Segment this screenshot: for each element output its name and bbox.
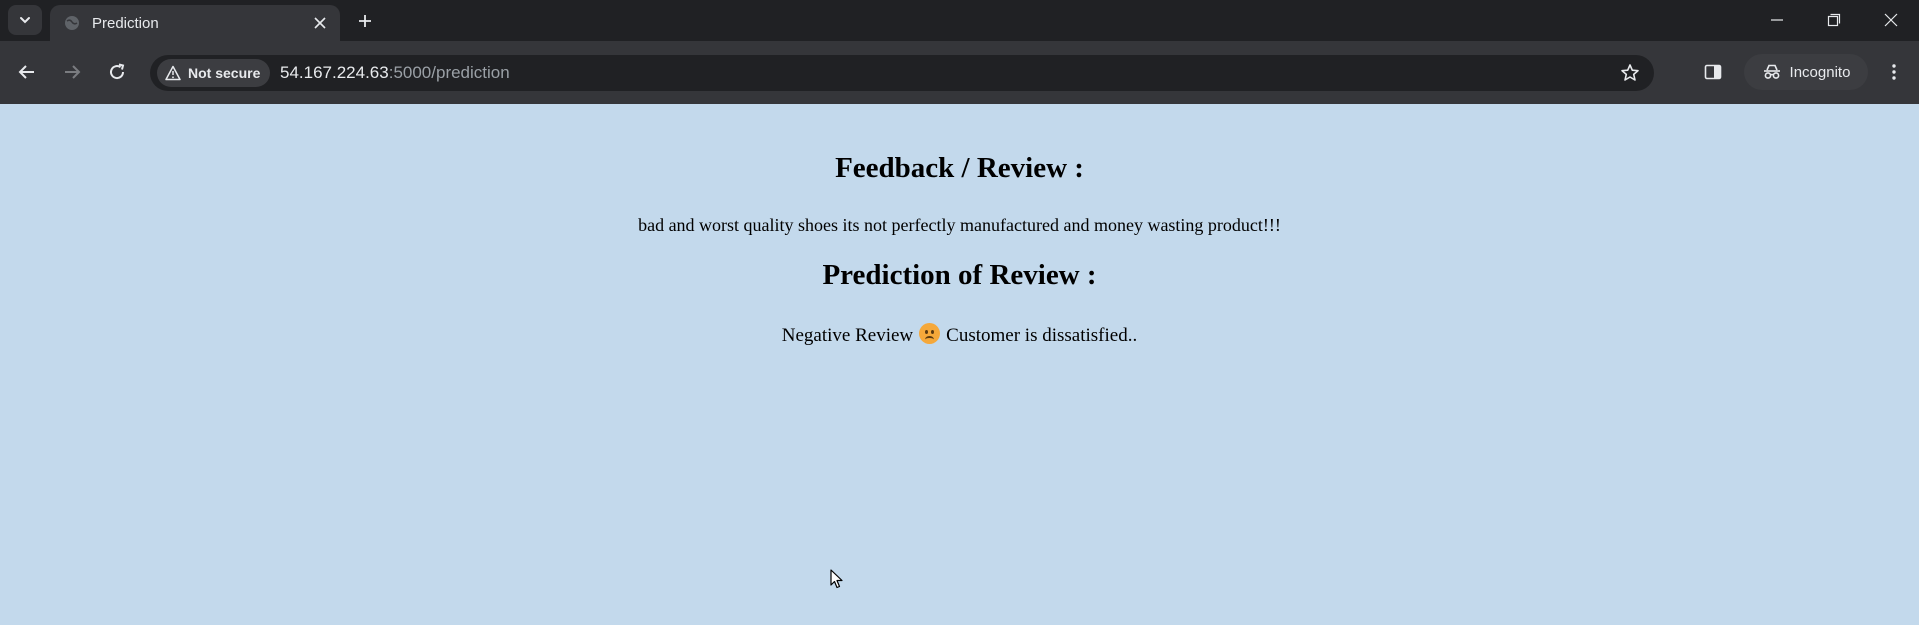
close-icon [1884, 13, 1898, 27]
prediction-detail: Customer is dissatisfied.. [946, 325, 1138, 346]
url-host: 54.167.224.63 [280, 63, 389, 82]
url-path: :5000/prediction [388, 63, 510, 82]
globe-icon [64, 15, 80, 31]
chevron-down-icon [20, 17, 30, 24]
menu-button[interactable] [1879, 57, 1909, 87]
minimize-button[interactable] [1749, 0, 1805, 40]
arrow-left-icon [18, 65, 34, 79]
side-panel-icon [1704, 64, 1722, 80]
forward-button[interactable] [57, 57, 87, 87]
restore-icon [1827, 13, 1841, 27]
feedback-heading: Feedback / Review : [835, 152, 1084, 184]
prediction-heading: Prediction of Review : [822, 259, 1097, 291]
tab-search-button[interactable] [8, 5, 42, 35]
new-tab-button[interactable] [352, 8, 378, 34]
restore-button[interactable] [1806, 0, 1862, 40]
incognito-label: Incognito [1789, 63, 1851, 81]
incognito-icon [1763, 64, 1780, 79]
prediction-label: Negative Review [781, 325, 914, 346]
tab-strip: Prediction [0, 0, 1919, 41]
close-icon[interactable] [310, 13, 330, 33]
incognito-button[interactable]: Incognito [1744, 54, 1868, 90]
frowning-face-icon [919, 323, 941, 344]
prediction-result: Negative Review Customer is dissatisfied.… [0, 323, 1919, 347]
reload-icon [110, 63, 125, 80]
warning-icon [165, 65, 181, 81]
more-vert-icon [1892, 64, 1896, 80]
arrow-right-icon [65, 65, 81, 79]
security-chip[interactable]: Not secure [157, 59, 271, 87]
back-button[interactable] [12, 57, 42, 87]
page-content: Feedback / Review : bad and worst qualit… [0, 104, 1919, 625]
browser-window: Prediction Not secure 54.167.224.63:5000… [0, 0, 1919, 625]
url-text[interactable]: 54.167.224.63:5000/prediction [280, 55, 510, 91]
address-bar[interactable]: Not secure 54.167.224.63:5000/prediction [150, 55, 1654, 91]
close-window-button[interactable] [1863, 0, 1919, 40]
toolbar: Not secure 54.167.224.63:5000/prediction [0, 41, 1919, 104]
review-text: bad and worst quality shoes its not perf… [638, 215, 1281, 235]
reload-button[interactable] [102, 57, 132, 87]
mouse-cursor-icon [830, 569, 843, 589]
side-panel-button[interactable] [1698, 57, 1728, 87]
tab-prediction[interactable]: Prediction [50, 5, 340, 41]
minimize-icon [1771, 19, 1783, 21]
bookmark-star-icon[interactable] [1618, 61, 1642, 85]
security-label: Not secure [188, 65, 261, 81]
plus-icon [359, 15, 371, 27]
tab-title: Prediction [92, 14, 159, 32]
